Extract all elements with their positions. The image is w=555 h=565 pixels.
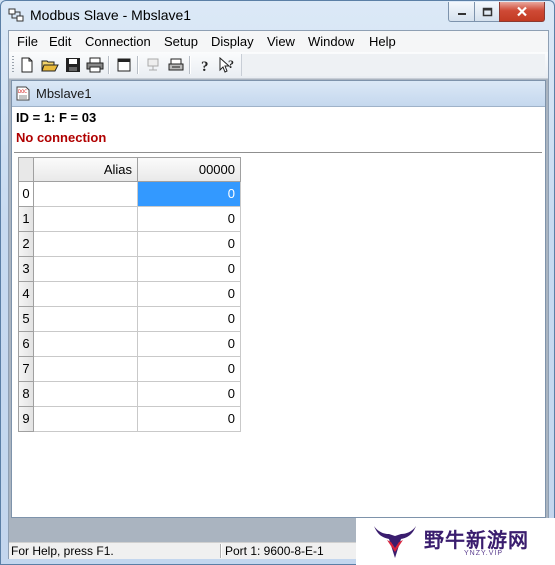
table-corner[interactable] <box>18 157 34 182</box>
close-button[interactable] <box>499 2 545 22</box>
mdi-child-window: DOC Mbslave1 ID = 1: F = 03 No connectio… <box>11 80 546 518</box>
open-icon <box>41 60 59 72</box>
register-value-cell[interactable]: 0 <box>138 257 241 282</box>
alias-cell[interactable] <box>34 332 138 357</box>
menu-view[interactable]: View <box>267 34 295 49</box>
status-port: Port 1: 9600-8-E-1 <box>225 544 324 558</box>
row-header[interactable]: 0 <box>18 182 34 207</box>
close-icon <box>517 6 527 17</box>
toolbar-grip[interactable] <box>12 56 14 74</box>
svg-text:?: ? <box>228 57 234 71</box>
watermark-text: 野牛新游网 <box>424 528 529 552</box>
row-header[interactable]: 1 <box>18 207 34 232</box>
new-icon <box>21 57 33 73</box>
menu-edit[interactable]: Edit <box>49 34 71 49</box>
slave-id-function: ID = 1: F = 03 <box>16 110 97 125</box>
context-help-button[interactable]: ? <box>217 55 237 75</box>
bull-logo-icon <box>374 526 416 558</box>
register-value-cell[interactable]: 0 <box>138 207 241 232</box>
maximize-icon <box>482 7 493 16</box>
row-header[interactable]: 8 <box>18 382 34 407</box>
alias-cell[interactable] <box>34 182 138 207</box>
communication-icon <box>147 58 159 71</box>
alias-cell[interactable] <box>34 257 138 282</box>
minimize-icon <box>458 12 466 15</box>
menu-display[interactable]: Display <box>211 34 254 49</box>
communication-button[interactable] <box>143 55 163 75</box>
watermark: 野牛新游网 YNZY.VIP <box>356 518 555 565</box>
column-header-address[interactable]: 00000 <box>138 157 241 182</box>
row-header[interactable]: 2 <box>18 232 34 257</box>
menu-help[interactable]: Help <box>369 34 396 49</box>
print-traffic-button[interactable] <box>166 55 186 75</box>
child-title-bar[interactable]: DOC Mbslave1 <box>12 81 545 107</box>
app-window: Modbus Slave - Mbslave1 File Edit Connec… <box>0 0 555 565</box>
client-area: File Edit Connection Setup Display View … <box>8 30 549 559</box>
save-icon <box>66 58 80 72</box>
window-button[interactable] <box>114 55 134 75</box>
modbus-app-icon <box>8 8 24 22</box>
mdi-workspace: DOC Mbslave1 ID = 1: F = 03 No connectio… <box>9 79 548 558</box>
register-value-cell[interactable]: 0 <box>138 332 241 357</box>
menu-bar: File Edit Connection Setup Display View … <box>9 31 548 53</box>
toolbar-separator <box>137 56 139 74</box>
menu-window[interactable]: Window <box>308 34 354 49</box>
save-button[interactable] <box>63 55 83 75</box>
register-value-cell[interactable]: 0 <box>138 382 241 407</box>
watermark-subtext: YNZY.VIP <box>464 550 503 557</box>
window-icon <box>117 58 131 72</box>
document-icon: DOC <box>16 86 30 101</box>
slave-info: ID = 1: F = 03 No connection <box>14 108 542 153</box>
title-bar[interactable]: Modbus Slave - Mbslave1 <box>1 1 554 30</box>
help-icon: ? <box>201 59 209 73</box>
maximize-button[interactable] <box>474 2 501 22</box>
status-help-text: For Help, press F1. <box>11 544 114 558</box>
row-header[interactable]: 4 <box>18 282 34 307</box>
row-header[interactable]: 7 <box>18 357 34 382</box>
alias-cell[interactable] <box>34 232 138 257</box>
menu-setup[interactable]: Setup <box>164 34 198 49</box>
menu-connection[interactable]: Connection <box>85 34 151 49</box>
child-window-title: Mbslave1 <box>36 86 92 101</box>
new-button[interactable] <box>17 55 37 75</box>
minimize-button[interactable] <box>448 2 476 22</box>
help-button[interactable]: ? <box>195 55 215 75</box>
row-header[interactable]: 5 <box>18 307 34 332</box>
row-header[interactable]: 9 <box>18 407 34 432</box>
context-help-icon: ? <box>219 57 234 73</box>
toolbar: ? ? <box>9 52 548 79</box>
register-value-cell[interactable]: 0 <box>138 182 241 207</box>
register-value-cell[interactable]: 0 <box>138 407 241 432</box>
alias-cell[interactable] <box>34 382 138 407</box>
alias-cell[interactable] <box>34 307 138 332</box>
register-value-cell[interactable]: 0 <box>138 307 241 332</box>
connection-status: No connection <box>16 130 107 145</box>
window-title: Modbus Slave - Mbslave1 <box>30 7 192 23</box>
print-button[interactable] <box>85 55 105 75</box>
svg-text:DOC: DOC <box>18 89 27 94</box>
row-header[interactable]: 6 <box>18 332 34 357</box>
register-value-cell[interactable]: 0 <box>138 282 241 307</box>
row-header[interactable]: 3 <box>18 257 34 282</box>
toolbar-separator <box>189 56 191 74</box>
register-value-cell[interactable]: 0 <box>138 232 241 257</box>
open-button[interactable] <box>40 55 60 75</box>
column-header-alias[interactable]: Alias <box>34 157 138 182</box>
alias-cell[interactable] <box>34 407 138 432</box>
print-icon <box>86 57 104 73</box>
printer-icon <box>168 58 184 71</box>
register-value-cell[interactable]: 0 <box>138 357 241 382</box>
menu-file[interactable]: File <box>17 34 38 49</box>
alias-cell[interactable] <box>34 207 138 232</box>
alias-cell[interactable] <box>34 357 138 382</box>
status-separator <box>220 544 222 558</box>
svg-text:?: ? <box>201 59 209 73</box>
toolbar-separator <box>108 56 110 74</box>
toolbar-empty-area <box>241 54 545 76</box>
alias-cell[interactable] <box>34 282 138 307</box>
